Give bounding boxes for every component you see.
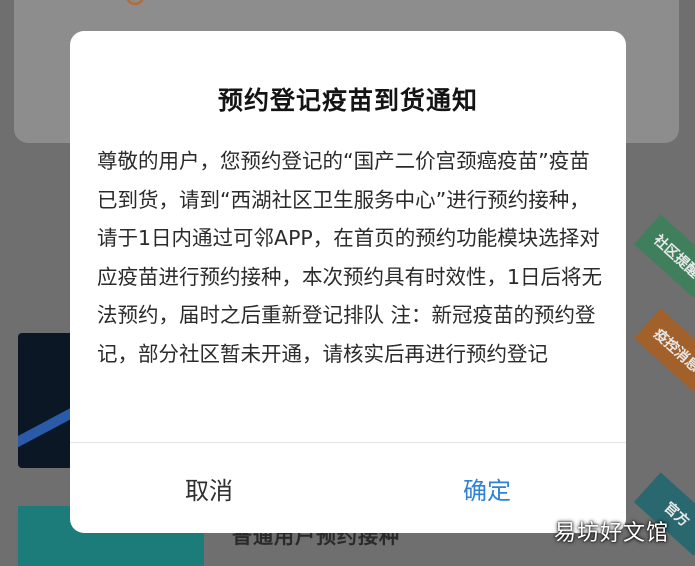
vaccine-arrival-dialog: 预约登记疫苗到货通知 尊敬的用户，您预约登记的“国产二价宫颈癌疫苗”疫苗已到货，… [70,31,626,533]
ribbon-epidemic-news: 疫控消息 [633,308,695,392]
document-check-icon [126,0,144,6]
watermark: 易坊好文馆 [553,521,669,546]
cancel-button[interactable]: 取消 [70,443,348,533]
dialog-message: 尊敬的用户，您预约登记的“国产二价宫颈癌疫苗”疫苗已到货，请到“西湖社区卫生服务… [97,149,603,366]
dialog-title: 预约登记疫苗到货通知 [217,86,478,115]
clock-icon [546,0,590,8]
ribbon-community-reminder: 社区提醒 [633,214,695,298]
lightbulb-icon [326,0,370,8]
